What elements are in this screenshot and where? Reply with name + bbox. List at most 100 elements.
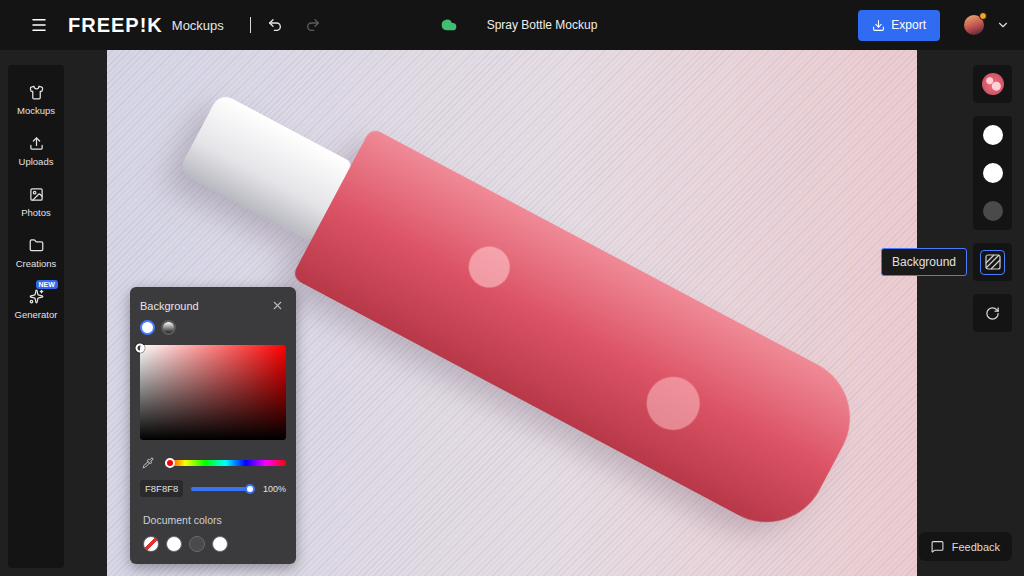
sidebar-item[interactable]: Mockups: [8, 75, 64, 126]
background-tool-button[interactable]: Background: [973, 243, 1012, 281]
opacity-knob[interactable]: [245, 484, 255, 494]
opacity-slider[interactable]: [191, 487, 255, 491]
chevron-down-icon[interactable]: [996, 18, 1010, 32]
color-tool-button[interactable]: [973, 154, 1012, 192]
saturation-field[interactable]: [140, 345, 286, 440]
tool-group: [973, 65, 1012, 103]
logo[interactable]: FREEP!K: [68, 14, 163, 37]
image-icon: [29, 187, 44, 202]
sidebar-label: Mockups: [17, 105, 55, 116]
top-bar-right: Export: [597, 10, 1010, 41]
undo-button[interactable]: [265, 15, 285, 35]
tool-frame: [980, 199, 1005, 224]
folder-icon: [29, 238, 44, 253]
new-badge: NEW: [36, 280, 58, 289]
tool-group: [973, 294, 1012, 332]
sidebar-icon-wrap: NEW: [29, 289, 44, 304]
reset-tool-button[interactable]: [973, 294, 1012, 332]
cloud-saved-icon: [441, 17, 457, 33]
picker-title: Background: [140, 300, 199, 312]
menu-button[interactable]: [28, 14, 50, 36]
sidebar-label: Photos: [21, 207, 51, 218]
sidebar-item[interactable]: Creations: [8, 228, 64, 279]
hex-field[interactable]: F8F8F8: [140, 480, 183, 497]
document-info: Spray Bottle Mockup: [441, 17, 598, 33]
redo-icon: [305, 17, 321, 33]
top-bar: FREEP!K Mockups Spray Bottle Mockup Export: [0, 0, 1024, 50]
tool-frame: [980, 301, 1005, 326]
left-rail: Mockups Uploads Photos Creations NEW Generato…: [0, 50, 107, 576]
undo-icon: [267, 17, 283, 33]
saturation-knob[interactable]: [136, 343, 145, 352]
gradient-mode-button[interactable]: [161, 320, 176, 335]
tool-frame: [980, 161, 1005, 186]
user-avatar[interactable]: [964, 15, 984, 35]
product-name: Mockups: [172, 18, 224, 33]
export-button[interactable]: Export: [858, 10, 940, 41]
sidebar: Mockups Uploads Photos Creations NEW Generato…: [8, 65, 64, 568]
sidebar-label: Uploads: [19, 156, 54, 167]
top-bar-left: FREEP!K Mockups: [28, 14, 441, 37]
shirt-icon: [29, 85, 44, 100]
eyedropper-button[interactable]: [140, 455, 156, 471]
color-swatch: [983, 125, 1003, 145]
document-title[interactable]: Spray Bottle Mockup: [487, 18, 598, 32]
sidebar-icon-wrap: [29, 85, 44, 100]
document-colors-label: Document colors: [140, 514, 286, 526]
divider: [250, 17, 251, 33]
tool-group: [973, 116, 1012, 230]
solid-mode-button[interactable]: [140, 320, 155, 335]
upload-icon: [29, 136, 44, 151]
mockup-editor: FREEP!K Mockups Spray Bottle Mockup Export M…: [0, 0, 1024, 576]
no-color-swatch[interactable]: [143, 536, 159, 552]
bottle-label: [291, 127, 871, 543]
sidebar-icon-wrap: [29, 187, 44, 202]
tool-group: Background: [973, 243, 1012, 281]
close-icon: [271, 299, 284, 312]
avatar-badge: [979, 12, 987, 20]
sidebar-item[interactable]: Uploads: [8, 126, 64, 177]
document-color-swatch[interactable]: [189, 536, 205, 552]
sidebar-label: Generator: [15, 309, 58, 320]
color-swatch: [983, 163, 1003, 183]
reset-icon: [985, 306, 1000, 321]
color-picker: Background F8F8F8 100% Document colors: [130, 287, 296, 564]
opacity-reading: 100%: [263, 484, 286, 494]
redo-button[interactable]: [303, 15, 323, 35]
design-thumbnail: [982, 73, 1004, 95]
hue-slider[interactable]: [165, 460, 286, 466]
message-icon: [931, 540, 944, 553]
hex-row: F8F8F8 100%: [140, 480, 286, 497]
right-toolbar: Background: [917, 50, 1024, 576]
sidebar-item[interactable]: NEW Generator: [8, 279, 64, 330]
hue-row: [140, 455, 286, 471]
sidebar-item[interactable]: Photos: [8, 177, 64, 228]
sidebar-label: Creations: [16, 258, 57, 269]
tool-frame: [980, 123, 1005, 148]
eyedropper-icon: [142, 457, 154, 469]
diagonal-lines-icon: [985, 254, 1001, 270]
hamburger-icon: [30, 16, 48, 34]
download-icon: [872, 19, 885, 32]
picker-header: Background: [140, 297, 286, 314]
sidebar-icon-wrap: [29, 136, 44, 151]
document-color-swatch[interactable]: [166, 536, 182, 552]
fill-mode-row: [140, 320, 286, 335]
document-color-swatch[interactable]: [212, 536, 228, 552]
color-swatch: [983, 201, 1003, 221]
tooltip: Background: [881, 248, 967, 276]
color-tool-button[interactable]: [973, 192, 1012, 230]
document-colors: [140, 536, 286, 552]
design-tool-button[interactable]: [973, 65, 1012, 103]
hue-knob[interactable]: [165, 458, 175, 468]
close-button[interactable]: [269, 297, 286, 314]
feedback-button[interactable]: Feedback: [919, 532, 1012, 561]
tool-frame: [980, 72, 1005, 97]
mockup-canvas[interactable]: Background F8F8F8 100% Document colors: [107, 50, 917, 576]
history-controls: [265, 15, 323, 35]
color-tool-button[interactable]: [973, 116, 1012, 154]
workspace: Mockups Uploads Photos Creations NEW Generato…: [0, 50, 1024, 576]
sidebar-icon-wrap: [29, 238, 44, 253]
tool-frame: [980, 250, 1005, 275]
sparkles-icon: [29, 289, 44, 304]
